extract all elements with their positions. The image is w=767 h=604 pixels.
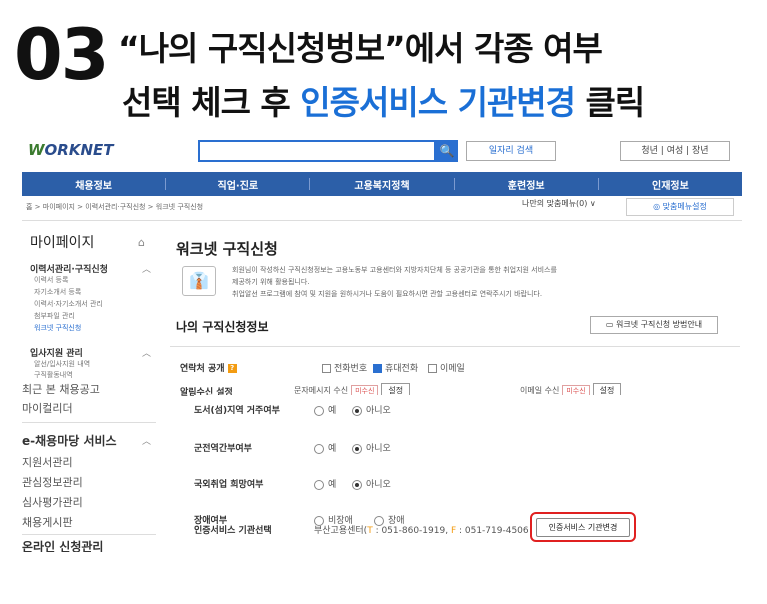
job-application-form: 연락처 공개 ? 전화번호 휴대전화 이메일 알림수신 설정 문자메시지 수신 미… [170,346,740,552]
sidebar-item-cover-letter[interactable]: 자기소개서 등록 [34,287,81,297]
nav-item-talent[interactable]: 인재정보 [599,177,742,192]
option-label: 휴대전화 [385,364,419,374]
main-nav: 채용정보 직업·진로 고용복지정책 훈련정보 인재정보 [22,172,742,196]
radio-yes[interactable] [314,443,324,454]
nav-item-jobs[interactable]: 채용정보 [22,177,165,192]
sidebar-group-resume[interactable]: 이력서관리·구직신청 [30,262,108,275]
sidebar-divider [22,534,156,535]
sidebar-item-application-manage[interactable]: 지원서관리 [22,454,73,470]
notice-text: 회원님이 작성하신 구직신청정보는 고용노동부 고용센터와 지방자치단체 등 공… [232,264,557,300]
worknet-logo[interactable]: WORKNET [28,141,114,159]
sidebar-item-interest[interactable]: 관심정보관리 [22,474,83,490]
agency-tel: : 051-860-1919, [372,526,451,536]
page-title: 워크넷 구직신청 [176,240,278,258]
menu-setting-button[interactable]: ◎ 맞춤메뉴설정 [626,198,734,216]
overseas-yes-radio[interactable]: 예 [314,477,336,490]
home-icon[interactable]: ⌂ [138,236,145,249]
guide-button[interactable]: ▭ 워크넷 구직신청 방법안내 [590,316,718,334]
agency-name: 부산고용센터( [314,526,368,536]
sidebar-item-attachment[interactable]: 첨부파일 관리 [34,311,75,321]
my-menu-dropdown[interactable]: 나만의 맞춤메뉴(0) ∨ [522,198,596,209]
military-label: 군전역간부여부 [194,444,252,454]
instruction-line-1: “나의 구직신청벙보”에서 각종 여부 [118,29,603,68]
military-yes-radio[interactable]: 예 [314,441,336,454]
sidebar-item-recent-jobs[interactable]: 최근 본 채용공고 [22,381,100,397]
radio-label: 예 [328,480,337,490]
sms-label: 문자메시지 수신 [294,386,349,395]
radio-label: 아니오 [366,444,391,454]
sidebar-item-resume-register[interactable]: 이력서 등록 [34,275,68,285]
radio-yes[interactable] [314,405,324,416]
sidebar-group-applications[interactable]: 입사지원 관리 [30,346,83,359]
sidebar-item-evaluation[interactable]: 심사평가관리 [22,494,83,510]
sidebar-item-job-activity[interactable]: 구직활동내역 [34,370,73,380]
audience-links[interactable]: 청년 | 여성 | 장년 [620,141,730,161]
chevron-up-icon[interactable]: ︿ [142,262,151,275]
island-no-radio[interactable]: 아니오 [352,403,391,416]
instruction-suffix: 클릭 [575,83,646,122]
change-agency-button[interactable]: 인증서비스 기관변경 [536,518,630,537]
agency-info: 부산고용센터(T : 051-860-1919, F : 051-719-450… [314,523,529,536]
breadcrumb: 홈 > 마이페이지 > 이력서관리·구직신청 > 워크넷 구직신청 [26,203,204,211]
sidebar-item-job-application[interactable]: 워크넷 구직신청 [34,323,81,333]
checkbox-mobile[interactable] [373,364,382,373]
chevron-up-icon[interactable]: ︿ [142,346,151,359]
logo-text: ORKNET [44,141,114,159]
sidebar-item-application-history[interactable]: 알선/입사지원 내역 [34,359,90,369]
help-icon[interactable]: ? [227,364,237,373]
instruction-prefix: 선택 체크 후 [122,83,301,122]
search-input[interactable] [198,140,436,162]
sidebar-divider [22,422,156,423]
notice-line: 제공하기 위해 활용됩니다. [232,278,310,286]
divider [22,220,742,221]
contact-mobile-option[interactable]: 휴대전화 [373,361,418,374]
search-icon[interactable]: 🔍 [436,140,458,162]
sidebar-title: 마이페이지 [30,235,95,251]
radio-no[interactable] [352,405,362,416]
sidebar-section-e-recruit[interactable]: e-채용마당 서비스 [22,432,117,449]
agency-label: 인증서비스 기관선택 [194,526,272,536]
agency-fax: : 051-719-4506 [456,526,529,536]
step-number: 03 [14,14,109,96]
chevron-up-icon[interactable]: ︿ [142,434,151,447]
shirt-icon: 👔 [182,266,216,296]
nav-item-training[interactable]: 훈련정보 [455,177,598,192]
checkbox-phone[interactable] [322,364,331,373]
option-label: 전화번호 [334,364,368,374]
notice-line: 취업알선 프로그램에 참여 및 지원을 원하시거나 도움이 필요하시면 관할 고… [232,290,543,298]
radio-label: 예 [328,444,337,454]
radio-label: 아니오 [366,406,391,416]
military-no-radio[interactable]: 아니오 [352,441,391,454]
sidebar-item-resume-manage[interactable]: 이력서·자기소개서 관리 [34,299,103,309]
checkbox-email[interactable] [428,364,437,373]
nav-item-welfare[interactable]: 고용복지정책 [310,177,453,192]
section-title: 나의 구직신청정보 [176,320,269,334]
radio-no[interactable] [352,443,362,454]
option-label: 이메일 [440,364,465,374]
radio-label: 아니오 [366,480,391,490]
island-yes-radio[interactable]: 예 [314,403,336,416]
contact-phone-option[interactable]: 전화번호 [322,361,367,374]
contact-label: 연락처 공개 ? [180,361,237,374]
contact-email-option[interactable]: 이메일 [428,361,465,374]
nav-item-career[interactable]: 직업·진로 [166,177,309,192]
sidebar-item-board[interactable]: 채용게시판 [22,514,73,530]
job-search-button[interactable]: 일자리 검색 [466,141,556,161]
radio-no[interactable] [352,479,362,490]
radio-label: 예 [328,406,337,416]
overseas-no-radio[interactable]: 아니오 [352,477,391,490]
notice-line: 회원님이 작성하신 구직신청정보는 고용노동부 고용센터와 지방자치단체 등 공… [232,266,557,274]
contact-label-text: 연락처 공개 [180,364,225,374]
worknet-screenshot: WORKNET 🔍 일자리 검색 청년 | 여성 | 장년 채용정보 직업·진로… [22,132,742,552]
island-resident-label: 도서(섬)지역 거주여부 [194,406,280,416]
radio-yes[interactable] [314,479,324,490]
overseas-label: 국외취업 희망여부 [194,480,264,490]
sidebar-item-overlap[interactable]: 마이컬리더 [22,400,73,416]
sidebar-section-online[interactable]: 온라인 신청관리 [22,538,103,552]
instruction-highlight: 인증서비스 기관변경 [300,83,576,122]
instruction-line-2: 선택 체크 후 인증서비스 기관변경 클릭 [122,76,646,124]
email-label: 이메일 수신 [520,386,560,395]
logo-w: W [28,141,45,159]
